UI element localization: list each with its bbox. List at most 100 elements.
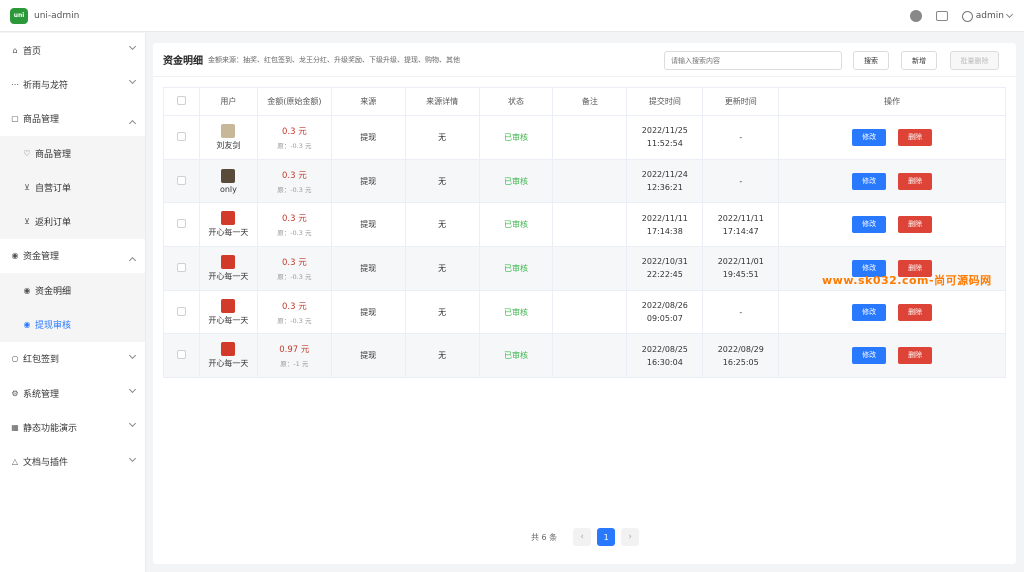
edit-button[interactable]: 修改 [852, 347, 887, 365]
sidebar-subitem-label: 自营订单 [35, 183, 72, 194]
row-checkbox[interactable] [176, 262, 186, 272]
sidebar-item[interactable]: △ 文档与插件 [0, 445, 145, 479]
status-badge: 已审核 [504, 176, 529, 186]
language-icon[interactable] [935, 11, 948, 21]
table-header-row: 用户 金额(原始金额) 来源 来源详情 状态 备注 提交时间 更新时间 操作 [163, 87, 1006, 116]
sidebar-subitem[interactable]: ◉ 资金明细 [0, 273, 145, 308]
submit-date: 2022/08/26 [641, 301, 688, 311]
sidebar-subitem[interactable]: ⊻ 自营订单 [0, 170, 145, 205]
status-badge: 已审核 [504, 263, 529, 273]
source-detail-cell: 无 [404, 158, 480, 204]
submit-time-cell: 2022/11/25 11:52:54 [626, 115, 704, 160]
amount-cell: 0.3 元原：-0.3 元 [256, 246, 332, 291]
row-checkbox[interactable] [176, 175, 186, 185]
column-header: 金额(原始金额) [256, 87, 332, 116]
source-detail-cell: 无 [404, 289, 480, 335]
original-amount: 原：-1 元 [280, 360, 309, 369]
amount: 0.3 元 [281, 257, 307, 268]
sidebar-item[interactable]: ▦ 静态功能演示 [0, 410, 145, 444]
sidebar-subitem-label: 商品管理 [35, 149, 72, 160]
source-cell: 提现 [330, 158, 406, 204]
edit-button[interactable]: 修改 [852, 216, 887, 234]
delete-button[interactable]: 删除 [898, 347, 933, 365]
table-body: 刘友剑 0.3 元原：-0.3 元提现无已审核 2022/11/25 11:52:54… [163, 115, 1006, 379]
sidebar-item[interactable]: ⌂ 首页 [0, 33, 145, 67]
update-date: - [739, 307, 743, 317]
chevron-up-icon [128, 256, 137, 264]
sidebar-item-label: 系统管理 [23, 389, 60, 400]
more-icon: ⋯ [11, 79, 19, 89]
pagination-page-1[interactable]: 1 [597, 528, 616, 546]
row-checkbox[interactable] [176, 306, 186, 316]
table-row: 开心每一天 0.97 元原：-1 元提现无已审核 2022/08/25 16:30:0… [163, 333, 1006, 379]
row-checkbox[interactable] [176, 350, 186, 360]
edit-button[interactable]: 修改 [852, 303, 887, 321]
submit-time-cell: 2022/10/31 22:22:45 [626, 246, 704, 291]
sidebar-item-label: 资金管理 [23, 252, 60, 263]
note-cell [552, 333, 628, 379]
pagination-total: 共 6 条 [531, 532, 558, 542]
sidebar-item[interactable]: ○ 红包签到 [0, 342, 145, 376]
submit-time: 09:05:07 [646, 314, 683, 324]
update-time: 19:45:51 [722, 270, 759, 280]
row-checkbox-cell [163, 289, 200, 335]
update-date: 2022/11/01 [717, 257, 764, 267]
status-cell: 已审核 [478, 115, 554, 160]
sidebar-item-label: 商品管理 [23, 115, 60, 126]
sidebar-item-label: 静态功能演示 [23, 423, 78, 434]
bell-icon: △ [11, 457, 19, 467]
shop-icon: ▢ [11, 114, 19, 124]
table-row: 开心每一天 0.3 元原：-0.3 元提现无已审核 2022/08/26 09:05:… [163, 289, 1006, 335]
submit-time: 22:22:45 [646, 270, 683, 280]
source-detail-cell: 无 [404, 115, 480, 160]
source-detail-cell: 无 [404, 246, 480, 291]
edit-button[interactable]: 修改 [852, 172, 887, 190]
delete-button[interactable]: 删除 [898, 172, 933, 190]
pagination-prev-button[interactable]: ‹ [573, 528, 592, 546]
sidebar-subitem[interactable]: ⊻ 返利订单 [0, 204, 145, 239]
palette-icon[interactable] [909, 10, 922, 22]
main-panel: 资金明细 金额来源：抽奖、红包签到、龙王分红、升级奖励、下级升级、提现、购物、其… [153, 43, 1016, 564]
user-cell: only [198, 158, 258, 204]
sidebar-item-label: 首页 [23, 46, 42, 57]
row-checkbox[interactable] [176, 219, 186, 229]
delete-button[interactable]: 删除 [898, 216, 933, 234]
delete-button[interactable]: 删除 [898, 128, 933, 146]
note-cell [552, 202, 628, 248]
column-header: 来源详情 [404, 87, 480, 116]
update-date: - [739, 176, 743, 186]
submit-time: 16:30:04 [646, 357, 683, 367]
row-checkbox[interactable] [176, 131, 186, 141]
amount-cell: 0.3 元原：-0.3 元 [256, 289, 332, 335]
source-cell: 提现 [330, 246, 406, 291]
user-menu[interactable]: admin [961, 10, 1014, 22]
sidebar-item[interactable]: ⚙ 系统管理 [0, 376, 145, 410]
pagination-next-button[interactable]: › [621, 528, 640, 546]
sidebar-item[interactable]: ⋯ 祈雨与龙符 [0, 67, 145, 101]
user-name: only [219, 184, 237, 194]
app-logo[interactable]: uni [10, 7, 28, 24]
sidebar-subitem[interactable]: ◉ 提现审核 [0, 307, 145, 342]
search-input[interactable] [664, 51, 842, 70]
edit-button[interactable]: 修改 [852, 128, 887, 146]
status-cell: 已审核 [478, 246, 554, 291]
sidebar-item[interactable]: ◉ 资金管理 [0, 239, 145, 273]
avatar [221, 211, 236, 226]
search-button[interactable]: 搜索 [853, 51, 889, 70]
user-cell: 开心每一天 [198, 246, 258, 291]
status-badge: 已审核 [504, 351, 529, 361]
sidebar-subitem-label: 资金明细 [35, 286, 72, 297]
select-all-checkbox[interactable] [176, 96, 186, 105]
eye-icon: ◉ [23, 285, 31, 295]
update-time-cell: - [702, 158, 780, 204]
sidebar-item[interactable]: ▢ 商品管理 [0, 102, 145, 136]
sidebar-subitem[interactable]: ♡ 商品管理 [0, 135, 145, 171]
add-button[interactable]: 新增 [901, 51, 937, 70]
batch-delete-button[interactable]: 批量删除 [950, 51, 999, 70]
user-cell: 开心每一天 [198, 333, 258, 379]
column-header: 更新时间 [702, 87, 780, 116]
watermark: www.sk032.com-尚可源码网 [822, 274, 992, 287]
sidebar: ⌂ 首页 ⋯ 祈雨与龙符 ▢ 商品管理 ♡ 商品管理 ⊻ 自营订单 ⊻ 返利订单 ◉ 资金管理 ◉ 资金明细 ◉… [0, 33, 146, 572]
delete-button[interactable]: 删除 [898, 303, 933, 321]
actions-cell: 修改 删除 [778, 202, 1006, 248]
